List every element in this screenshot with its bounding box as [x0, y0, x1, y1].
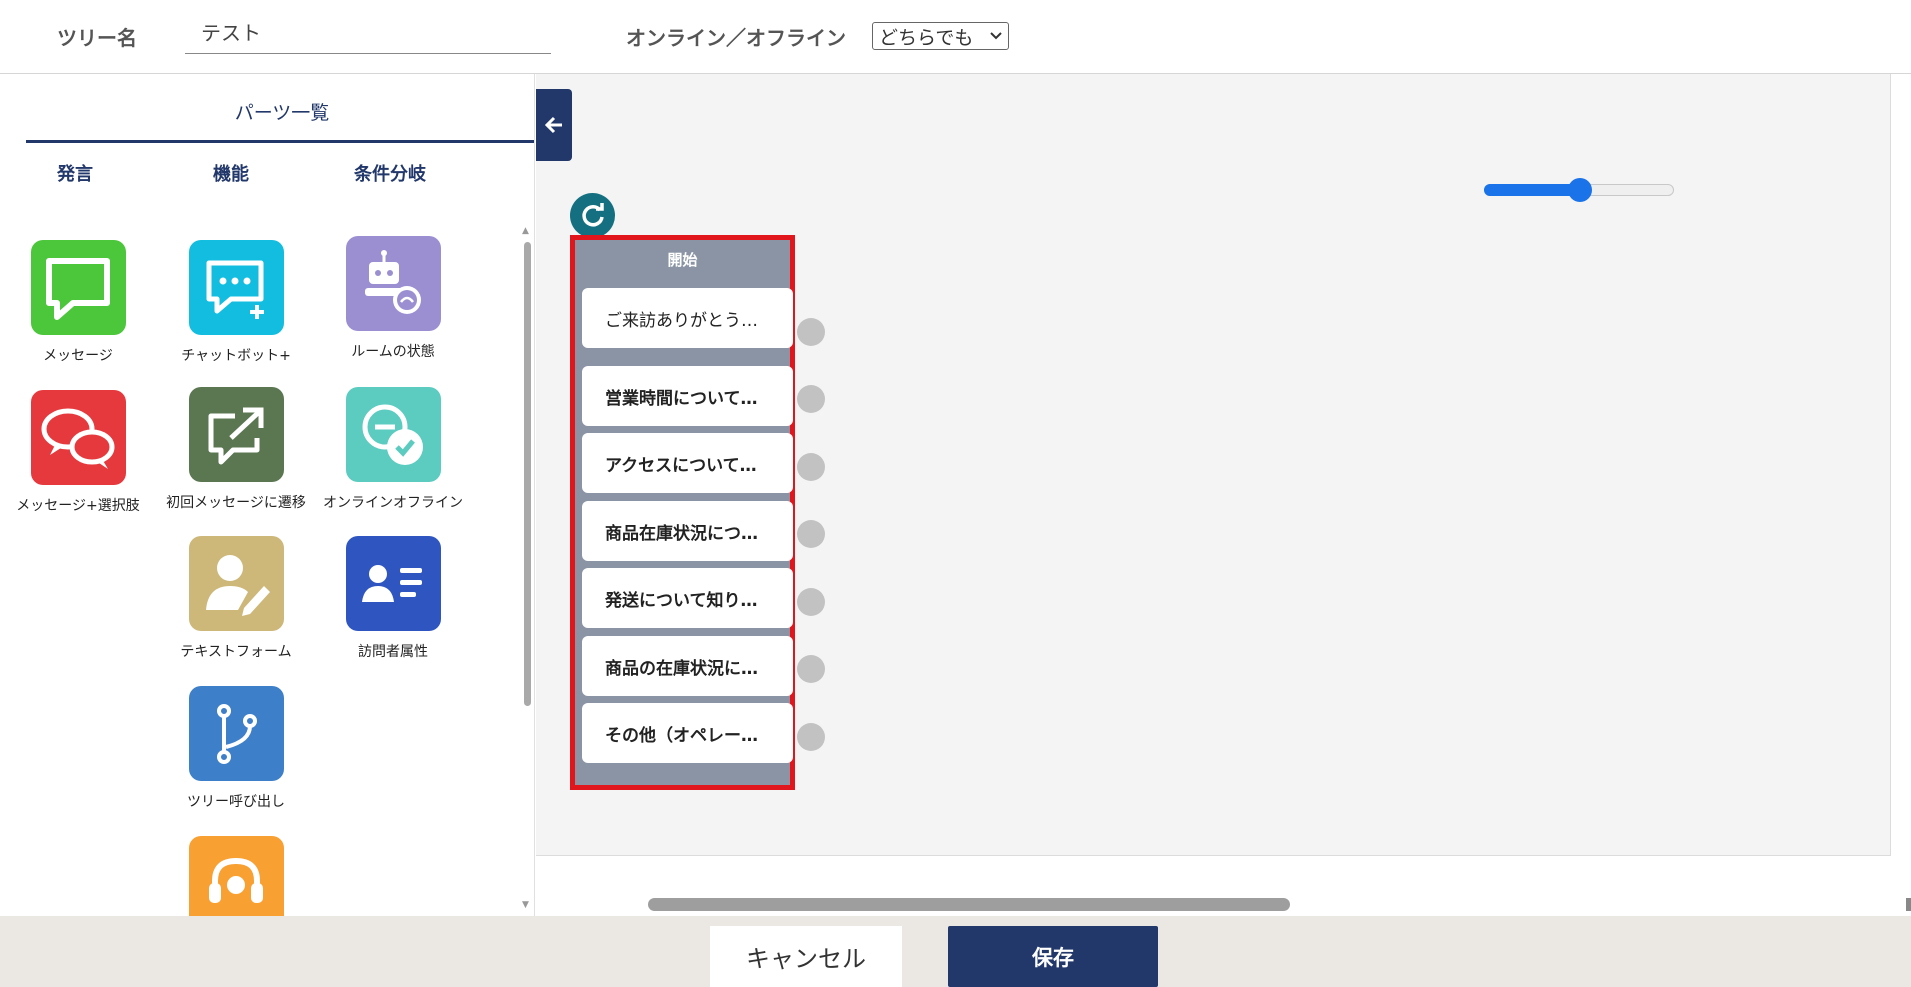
scroll-right-arrow[interactable]: [1906, 898, 1911, 911]
refresh-button[interactable]: [570, 193, 615, 238]
part-label: メッセージ: [43, 348, 113, 364]
part-label: 訪問者属性: [358, 644, 428, 660]
start-node-item[interactable]: アクセスについて…: [582, 433, 793, 493]
node-connector-handle[interactable]: [797, 318, 825, 346]
part-label: メッセージ+選択肢: [16, 498, 140, 514]
message-choices-icon: [30, 390, 126, 485]
part-label: ルームの状態: [351, 344, 435, 360]
chatbot-plus-icon: [188, 240, 284, 335]
scroll-up-arrow[interactable]: ▲: [522, 226, 529, 236]
chevron-down-icon: [990, 32, 1002, 40]
text-form-icon: [188, 536, 284, 631]
jump-first-message-icon: [188, 387, 284, 482]
part-online-offline[interactable]: オンラインオフライン: [318, 387, 468, 512]
parts-panel: パーツ一覧 発言 機能 条件分岐 メッセージ チャットボット+ ルームの状態 メ…: [0, 74, 535, 916]
start-node-item[interactable]: 商品在庫状況につ…: [582, 501, 793, 561]
save-button[interactable]: 保存: [948, 926, 1158, 987]
tab-condition-branch[interactable]: 条件分岐: [354, 160, 426, 186]
online-offline-select-value: どちらでも: [879, 26, 974, 49]
part-chatbot-plus[interactable]: チャットボット+: [161, 240, 311, 365]
part-room-status[interactable]: ルームの状態: [318, 236, 468, 361]
online-offline-select[interactable]: どちらでも: [872, 22, 1009, 50]
tab-function[interactable]: 機能: [213, 160, 249, 186]
zoom-slider-fill: [1484, 184, 1579, 196]
parts-panel-title: パーツ一覧: [234, 102, 330, 124]
node-connector-handle[interactable]: [797, 385, 825, 413]
part-operator[interactable]: [161, 836, 311, 916]
node-connector-handle[interactable]: [797, 520, 825, 548]
refresh-icon: [581, 202, 604, 226]
online-offline-icon: [345, 387, 441, 482]
part-label: チャットボット+: [181, 348, 291, 364]
start-node-item[interactable]: その他（オペレー…: [582, 703, 793, 763]
tree-call-icon: [188, 686, 284, 781]
parts-title-underline: [26, 140, 534, 143]
part-visitor-attribute[interactable]: 訪問者属性: [318, 536, 468, 661]
part-message-choices[interactable]: メッセージ+選択肢: [3, 390, 153, 515]
part-text-form[interactable]: テキストフォーム: [161, 536, 311, 661]
part-label: テキストフォーム: [180, 644, 292, 660]
message-icon: [30, 240, 126, 335]
part-label: ツリー呼び出し: [187, 794, 285, 810]
room-status-icon: [345, 236, 441, 331]
start-node[interactable]: 開始 ご来訪ありがとう… 営業時間について… アクセスについて… 商品在庫状況に…: [570, 235, 795, 790]
canvas-horizontal-scrollbar[interactable]: [648, 898, 1290, 911]
arrow-left-icon: [544, 116, 562, 134]
cancel-button[interactable]: キャンセル: [710, 926, 902, 987]
collapse-panel-button[interactable]: [536, 89, 572, 161]
part-jump-first-message[interactable]: 初回メッセージに遷移: [161, 387, 311, 512]
part-label: オンラインオフライン: [323, 495, 463, 511]
node-connector-handle[interactable]: [797, 453, 825, 481]
visitor-attribute-icon: [345, 536, 441, 631]
tree-name-label: ツリー名: [57, 26, 137, 50]
start-node-item[interactable]: 商品の在庫状況に…: [582, 636, 793, 696]
part-message[interactable]: メッセージ: [3, 240, 153, 365]
tab-speech[interactable]: 発言: [57, 160, 93, 186]
node-connector-handle[interactable]: [797, 723, 825, 751]
part-tree-call[interactable]: ツリー呼び出し: [161, 686, 311, 811]
start-node-item[interactable]: 発送について知り…: [582, 568, 793, 628]
parts-scrollbar-thumb[interactable]: [524, 242, 531, 706]
node-connector-handle[interactable]: [797, 655, 825, 683]
start-node-title: 開始: [667, 251, 698, 269]
scroll-down-arrow[interactable]: ▼: [522, 900, 529, 910]
part-label: 初回メッセージに遷移: [166, 495, 306, 511]
node-connector-handle[interactable]: [797, 588, 825, 616]
start-node-item[interactable]: ご来訪ありがとう…: [582, 288, 793, 348]
start-node-item[interactable]: 営業時間について…: [582, 366, 793, 426]
online-offline-label: オンライン／オフライン: [626, 26, 846, 50]
header-bar: ツリー名 オンライン／オフライン どちらでも: [0, 0, 1911, 74]
operator-headset-icon: [188, 836, 284, 916]
tree-name-input[interactable]: [185, 10, 551, 54]
zoom-slider-handle[interactable]: [1568, 178, 1592, 202]
